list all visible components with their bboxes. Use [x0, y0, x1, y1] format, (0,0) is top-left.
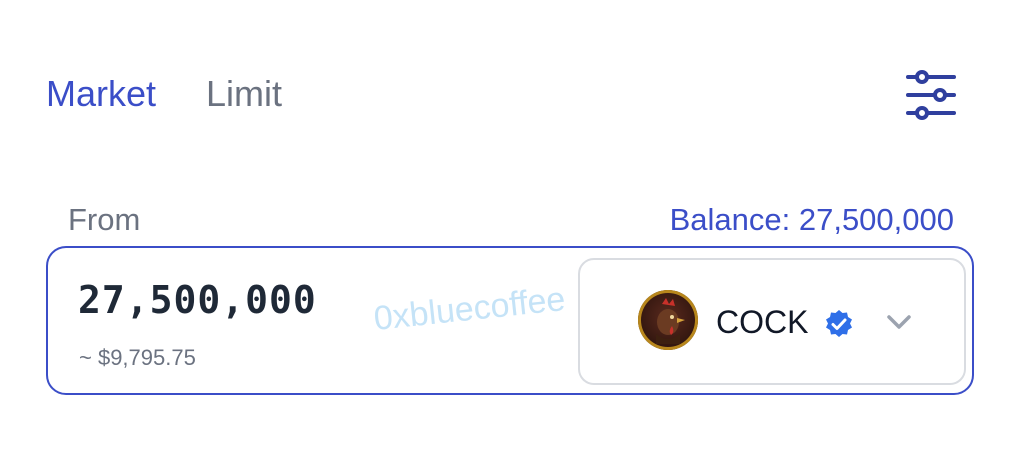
usd-value: ~ $9,795.75: [79, 345, 196, 370]
order-type-tabs: Market Limit: [46, 70, 282, 118]
balance-link[interactable]: Balance: 27,500,000: [670, 202, 954, 238]
token-selector[interactable]: COCK: [578, 258, 966, 385]
from-label: From: [68, 202, 141, 237]
tab-limit[interactable]: Limit: [206, 70, 282, 118]
amount-input[interactable]: 27,500,000: [78, 278, 317, 322]
chevron-down-icon: [885, 312, 913, 332]
sliders-icon: [906, 70, 956, 120]
settings-button[interactable]: [902, 68, 960, 122]
verified-badge-icon: [823, 308, 855, 340]
from-input-box: 27,500,000 ~ $9,795.75 COCK: [46, 246, 974, 395]
token-symbol: COCK: [716, 304, 809, 340]
rooster-logo-icon: [638, 290, 698, 350]
tab-market[interactable]: Market: [46, 70, 156, 118]
